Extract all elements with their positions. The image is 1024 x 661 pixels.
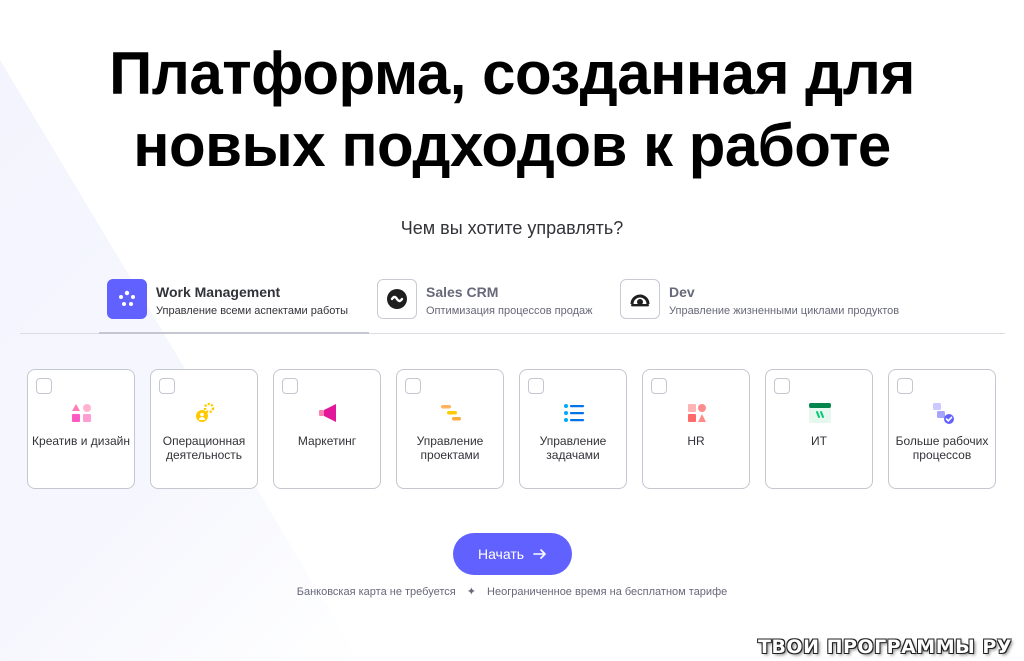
- dev-icon: [620, 279, 660, 319]
- hr-shapes-icon: [688, 404, 706, 422]
- tab-dev[interactable]: Dev Управление жизненными циклами продук…: [612, 276, 932, 332]
- watermark: ТВОИ ПРОГРАММЫ РУ: [757, 636, 1012, 658]
- footnote-unlimited-time: Неограниченное время на бесплатном тариф…: [487, 586, 728, 598]
- footnote-separator: ✦: [466, 586, 476, 598]
- page-title: Платформа, созданная для новых подходов …: [0, 38, 1024, 182]
- tab-work-management[interactable]: Work Management Управление всеми аспекта…: [99, 276, 369, 334]
- tab-name: Dev: [669, 284, 695, 300]
- card-checkbox[interactable]: [36, 378, 52, 394]
- card-project-management[interactable]: Управление проектами: [396, 369, 504, 489]
- card-checkbox[interactable]: [282, 378, 298, 394]
- gantt-icon: [441, 405, 461, 421]
- card-label: Управление задачами: [539, 434, 607, 462]
- sales-crm-icon: [377, 279, 417, 319]
- work-management-dots-icon: [107, 279, 147, 319]
- card-checkbox[interactable]: [405, 378, 421, 394]
- tab-description: Оптимизация процессов продаж: [426, 305, 593, 317]
- creative-shapes-icon: [72, 404, 91, 422]
- card-hr[interactable]: HR: [642, 369, 750, 489]
- card-checkbox[interactable]: [897, 378, 913, 394]
- page-subtitle: Чем вы хотите управлять?: [400, 218, 624, 238]
- card-label: HR: [687, 434, 705, 448]
- card-label: Маркетинг: [297, 434, 357, 448]
- start-button[interactable]: Начать: [453, 533, 572, 575]
- it-window-icon: [809, 403, 831, 423]
- tab-sales-crm[interactable]: Sales CRM Оптимизация процессов продаж: [369, 276, 612, 332]
- product-tabs: Work Management Управление всеми аспекта…: [20, 276, 1005, 334]
- tab-name: Sales CRM: [426, 284, 499, 300]
- start-button-label: Начать: [477, 546, 525, 562]
- card-label: Управление проектами: [416, 434, 484, 462]
- card-task-management[interactable]: Управление задачами: [519, 369, 627, 489]
- card-label: Креатив и дизайн: [32, 434, 130, 448]
- card-label: Операционная деятельность: [162, 434, 246, 462]
- card-more-workflows[interactable]: Больше рабочих процессов: [888, 369, 996, 489]
- tab-description: Управление жизненными циклами продуктов: [669, 305, 900, 317]
- card-checkbox[interactable]: [528, 378, 544, 394]
- footnote: Банковская карта не требуется ✦ Неограни…: [0, 585, 1024, 598]
- arrow-right-icon: [533, 549, 546, 559]
- tab-name: Work Management: [156, 284, 281, 300]
- checklist-icon: [564, 404, 584, 422]
- card-checkbox[interactable]: [651, 378, 667, 394]
- card-marketing[interactable]: Маркетинг: [273, 369, 381, 489]
- card-checkbox[interactable]: [159, 378, 175, 394]
- card-checkbox[interactable]: [774, 378, 790, 394]
- card-creative-design[interactable]: Креатив и дизайн: [27, 369, 135, 489]
- card-it[interactable]: ИТ: [765, 369, 873, 489]
- workflow-icon: [933, 403, 954, 424]
- megaphone-icon: [319, 404, 336, 422]
- tab-description: Управление всеми аспектами работы: [156, 305, 349, 317]
- title-line-1: Платформа, созданная для: [109, 40, 915, 107]
- operations-gears-icon: [196, 402, 215, 422]
- card-operations[interactable]: Операционная деятельность: [150, 369, 258, 489]
- card-label: ИТ: [811, 434, 827, 448]
- title-line-2: новых подходов к работе: [133, 112, 891, 179]
- card-label: Больше рабочих процессов: [895, 434, 989, 462]
- footnote-no-card: Банковская карта не требуется: [296, 586, 456, 598]
